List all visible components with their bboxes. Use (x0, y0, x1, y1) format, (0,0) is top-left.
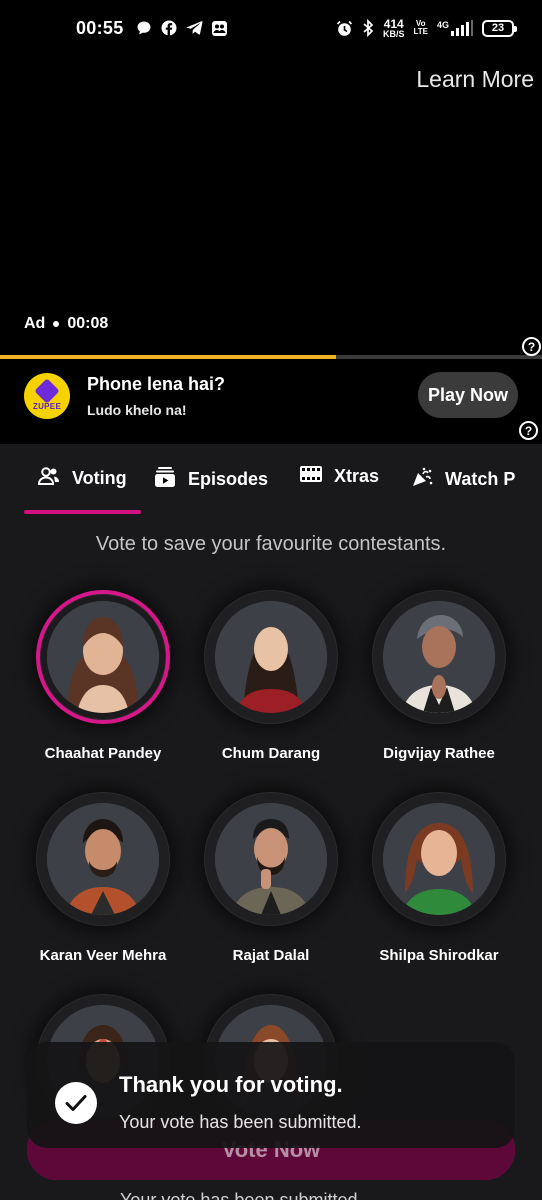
film-icon (300, 466, 322, 487)
party-icon (411, 466, 433, 493)
voting-instructions: Vote to save your favourite contestants. (95, 533, 447, 555)
ad-info-icon[interactable]: ? (519, 421, 538, 440)
telegram-icon (186, 20, 203, 37)
learn-more-link[interactable]: Learn More (416, 66, 534, 93)
background-toast-text: Your vote has been submitted. (120, 1190, 363, 1200)
facebook-icon (161, 20, 178, 37)
tab-episodes-label: Episodes (188, 469, 269, 489)
ad-progress-bar (0, 355, 542, 359)
check-icon (55, 1082, 97, 1124)
contestant-avatar-ring (372, 792, 506, 926)
active-tab-indicator (24, 510, 141, 514)
people-icon (37, 466, 60, 491)
ad-video-player[interactable]: Learn More Ad 00:08 ? (0, 56, 542, 362)
status-time: 00:55 (76, 17, 124, 38)
episodes-icon (154, 466, 176, 493)
volte-indicator: Vo LTE (413, 19, 428, 36)
tab-voting[interactable]: Voting (37, 466, 127, 491)
tab-watch-party-label: Watch P (445, 469, 516, 489)
contestant-name: Digvijay Rathee (383, 745, 495, 762)
contestant-card[interactable]: Rajat Dalal (186, 792, 356, 964)
signal-icon: 4G (437, 20, 473, 36)
contestant-name: Shilpa Shirodkar (379, 947, 499, 964)
avatar (215, 601, 327, 713)
tab-xtras-label: Xtras (334, 466, 380, 486)
contestant-avatar-ring (36, 590, 170, 724)
contestant-card[interactable]: Shilpa Shirodkar (354, 792, 524, 964)
alarm-icon (336, 20, 353, 37)
contestant-avatar-ring (204, 792, 338, 926)
ad-separator-dot (53, 321, 60, 327)
tab-episodes[interactable]: Episodes (154, 466, 268, 493)
contestant-name: Chum Darang (221, 745, 321, 762)
system-icons: 414 KB/S Vo LTE 4G 23 (336, 16, 517, 39)
contestant-avatar-ring (204, 590, 338, 724)
help-icon[interactable]: ? (522, 337, 541, 356)
network-speed: 414 KB/S (382, 16, 405, 39)
ad-indicator: Ad 00:08 (24, 315, 108, 333)
contestant-card[interactable]: Chum Darang (186, 590, 356, 762)
tab-watch-party[interactable]: Watch P (411, 466, 515, 493)
zupee-logo: ZUPEE (24, 373, 70, 419)
avatar (215, 803, 327, 915)
avatar (47, 601, 159, 713)
toast-title: Thank you for voting. (119, 1072, 343, 1097)
contestant-avatar-ring (372, 590, 506, 724)
ad-label: Ad (24, 315, 46, 332)
contestant-name: Karan Veer Mehra (39, 947, 167, 964)
contestant-card[interactable]: Chaahat Pandey (18, 590, 188, 762)
contacts-icon (211, 20, 228, 37)
contestant-name: Rajat Dalal (232, 947, 310, 964)
toast-message: Your vote has been submitted. (119, 1112, 362, 1132)
notification-icons (136, 20, 228, 37)
ad-progress-fill (0, 355, 337, 359)
avatar (383, 601, 495, 713)
play-now-button[interactable]: Play Now (418, 372, 518, 418)
zupee-logo-mark (34, 377, 60, 404)
vote-confirmation-toast: Thank you for voting. Your vote has been… (27, 1042, 515, 1148)
contestant-name: Chaahat Pandey (44, 745, 162, 762)
status-bar: 00:55 414 KB/S Vo LTE 4G 23 (0, 0, 542, 56)
tab-bar: Voting Episodes Xtras Watch P (0, 444, 542, 516)
tab-voting-label: Voting (72, 468, 127, 488)
contestant-avatar-ring (36, 792, 170, 926)
messaging-icon (136, 20, 153, 37)
bluetooth-icon (362, 19, 374, 37)
ad-banner-title: Phone lena hai? (87, 374, 226, 394)
tab-xtras[interactable]: Xtras (300, 466, 379, 487)
avatar (383, 803, 495, 915)
ad-banner[interactable]: ZUPEE Phone lena hai? Ludo khelo na! Pla… (0, 362, 542, 444)
ad-countdown: 00:08 (67, 315, 109, 332)
ad-banner-subtitle: Ludo khelo na! (87, 402, 187, 418)
contestant-card[interactable]: Digvijay Rathee (354, 590, 524, 762)
battery-indicator: 23 (482, 19, 517, 37)
contestant-card[interactable]: Karan Veer Mehra (18, 792, 188, 964)
avatar (47, 803, 159, 915)
